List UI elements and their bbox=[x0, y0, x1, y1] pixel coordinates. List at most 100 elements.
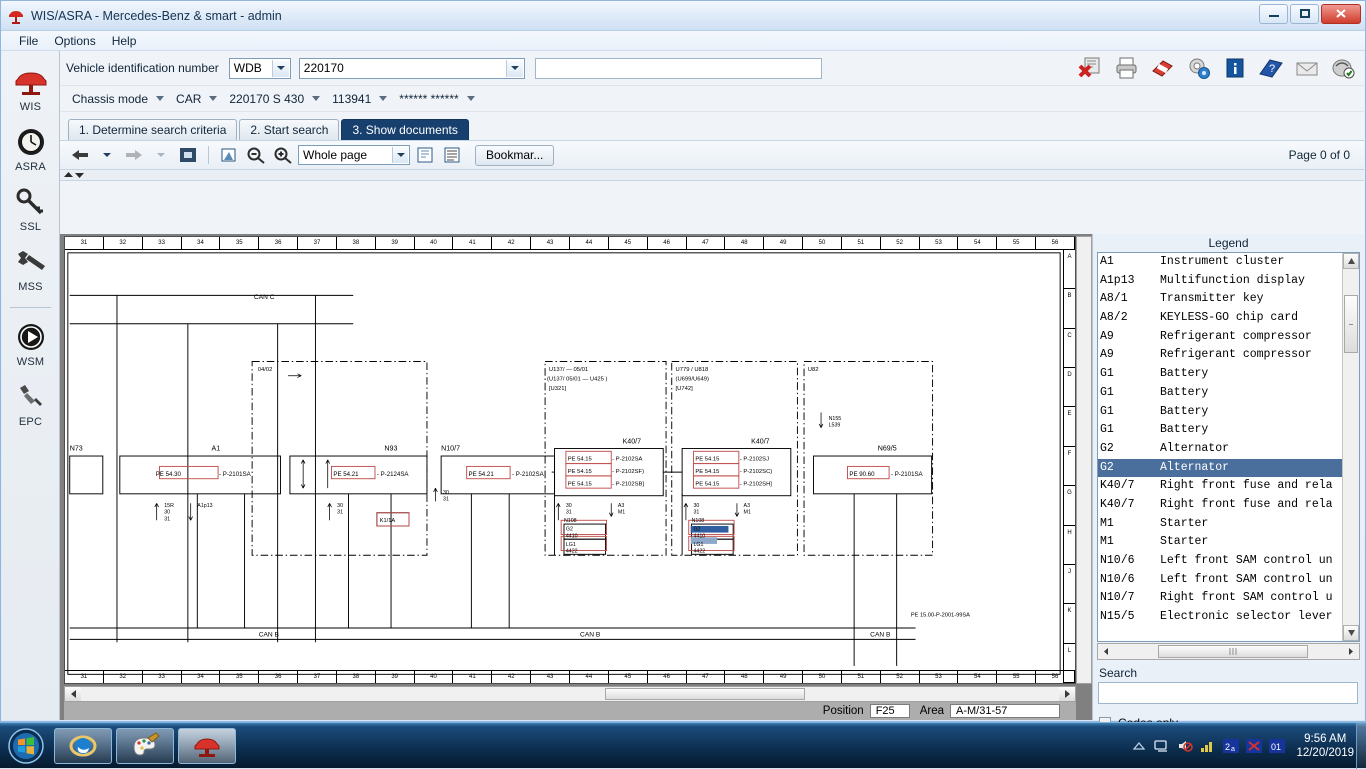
chevron-down-icon[interactable] bbox=[271, 59, 289, 77]
continuous-page-icon[interactable] bbox=[440, 144, 464, 166]
chassis-engine-value[interactable]: 113941 bbox=[330, 92, 373, 106]
scroll-right-icon[interactable] bbox=[1059, 687, 1075, 701]
legend-row[interactable]: A9 Refrigerant compressor bbox=[1098, 328, 1342, 347]
search-input[interactable] bbox=[1098, 682, 1358, 704]
chevron-down-icon[interactable] bbox=[312, 96, 321, 101]
show-hidden-icons-icon[interactable] bbox=[1131, 738, 1147, 754]
chevron-down-icon[interactable] bbox=[466, 96, 475, 101]
legend-row[interactable]: K40/7 Right front fuse and rela bbox=[1098, 496, 1342, 515]
delete-vehicle-icon[interactable] bbox=[1076, 53, 1106, 83]
legend-row[interactable]: G2 Alternator bbox=[1098, 440, 1342, 459]
viewer-horizontal-scrollbar[interactable] bbox=[64, 686, 1076, 702]
chevron-down-icon[interactable] bbox=[392, 147, 408, 163]
legend-scroll-up-icon[interactable] bbox=[1343, 253, 1359, 269]
sidebar-item-wis[interactable]: WIS bbox=[2, 65, 59, 113]
taskbar-wis-asra-icon[interactable] bbox=[178, 727, 236, 764]
legend-row[interactable]: N10/6 Left front SAM control un bbox=[1098, 552, 1342, 571]
forward-arrow-icon[interactable] bbox=[122, 144, 146, 166]
legend-row[interactable]: N15/5 Electronic selector lever bbox=[1098, 608, 1342, 627]
legend-row[interactable]: G1 Battery bbox=[1098, 403, 1342, 422]
sidebar-item-wsm[interactable]: WSM bbox=[2, 320, 59, 368]
legend-row[interactable]: M1 Starter bbox=[1098, 515, 1342, 534]
chassis-model-value[interactable]: 220170 S 430 bbox=[227, 92, 306, 106]
legend-scrollbar-thumb[interactable] bbox=[1344, 295, 1358, 353]
app-icon-2[interactable] bbox=[1246, 738, 1263, 754]
print-icon[interactable] bbox=[1112, 53, 1142, 83]
tab-start-search[interactable]: 2. Start search bbox=[239, 119, 340, 140]
viewer-vertical-scrollbar[interactable] bbox=[1076, 236, 1092, 684]
gear-icon[interactable] bbox=[1184, 53, 1214, 83]
legend-row[interactable]: N10/7 Right front SAM control u bbox=[1098, 589, 1342, 608]
forward-dropdown-icon[interactable] bbox=[149, 144, 173, 166]
legend-scroll-right-icon[interactable] bbox=[1343, 644, 1359, 659]
volume-muted-icon[interactable] bbox=[1177, 738, 1194, 754]
legend-row[interactable]: M1 Starter bbox=[1098, 533, 1342, 552]
back-dropdown-icon[interactable] bbox=[95, 144, 119, 166]
sidebar-item-asra[interactable]: ASRA bbox=[2, 125, 59, 173]
info-icon[interactable] bbox=[1220, 53, 1250, 83]
help-book-icon[interactable]: ? bbox=[1256, 53, 1286, 83]
legend-scroll-left-icon[interactable] bbox=[1098, 644, 1114, 659]
scroll-left-icon[interactable] bbox=[65, 687, 81, 701]
vin-model-combo[interactable]: 220170 bbox=[298, 57, 525, 79]
app-icon-3[interactable]: 01 bbox=[1269, 738, 1286, 754]
legend-row[interactable]: A9 Refrigerant compressor bbox=[1098, 346, 1342, 365]
fit-page-icon[interactable] bbox=[176, 144, 200, 166]
maximize-button[interactable] bbox=[1290, 4, 1319, 24]
sidebar-item-ssl[interactable]: SSL bbox=[2, 185, 59, 233]
legend-scroll-down-icon[interactable] bbox=[1343, 625, 1359, 641]
legend-row[interactable]: G1 Battery bbox=[1098, 365, 1342, 384]
splitter-arrows[interactable] bbox=[64, 171, 84, 179]
scrollbar-thumb[interactable] bbox=[605, 688, 805, 700]
legend-row[interactable]: N10/6 Left front SAM control un bbox=[1098, 571, 1342, 590]
zoom-out-icon[interactable] bbox=[244, 144, 268, 166]
chevron-down-icon[interactable] bbox=[379, 96, 388, 101]
legend-row[interactable]: G1 Battery bbox=[1098, 384, 1342, 403]
menu-options[interactable]: Options bbox=[46, 33, 103, 49]
chevron-down-icon[interactable] bbox=[156, 96, 165, 101]
legend-row[interactable]: K40/7 Right front fuse and rela bbox=[1098, 477, 1342, 496]
action-center-icon[interactable] bbox=[1200, 738, 1216, 754]
bookmark-button[interactable]: Bookmar... bbox=[475, 144, 555, 166]
legend-row[interactable]: A8/1 Transmitter key bbox=[1098, 290, 1342, 309]
clock[interactable]: 9:56 AM 12/20/2019 bbox=[1296, 732, 1354, 760]
taskbar-internet-explorer-icon[interactable] bbox=[54, 727, 112, 764]
zoom-in-icon[interactable] bbox=[271, 144, 295, 166]
close-button[interactable] bbox=[1321, 4, 1361, 24]
legend-row[interactable]: A1 Instrument cluster bbox=[1098, 253, 1342, 272]
back-arrow-icon[interactable] bbox=[68, 144, 92, 166]
legend-row[interactable]: G1 Battery bbox=[1098, 421, 1342, 440]
menu-help[interactable]: Help bbox=[104, 33, 145, 49]
app-icon-1[interactable]: 2a bbox=[1223, 738, 1240, 754]
sidebar-item-epc[interactable]: EPC bbox=[2, 380, 59, 428]
start-orb-icon[interactable] bbox=[2, 726, 50, 766]
mail-icon[interactable] bbox=[1292, 53, 1322, 83]
legend-horizontal-scrollbar[interactable] bbox=[1097, 643, 1360, 660]
chassis-masked-value[interactable]: ****** ****** bbox=[397, 92, 460, 106]
legend-row[interactable]: A8/2 KEYLESS-GO chip card bbox=[1098, 309, 1342, 328]
chevron-down-icon[interactable] bbox=[209, 96, 218, 101]
network-icon[interactable] bbox=[1154, 738, 1170, 754]
legend-vertical-scrollbar[interactable] bbox=[1342, 253, 1359, 641]
chassis-type-value[interactable]: CAR bbox=[174, 92, 203, 106]
update-icon[interactable] bbox=[1328, 53, 1358, 83]
legend-row[interactable]: A1p13 Multifunction display bbox=[1098, 272, 1342, 291]
chevron-down-icon[interactable] bbox=[505, 59, 523, 77]
tab-determine-search-criteria[interactable]: 1. Determine search criteria bbox=[68, 119, 238, 140]
sidebar-item-mss[interactable]: MSS bbox=[2, 245, 59, 293]
legend-row[interactable]: G2 Alternator bbox=[1098, 458, 1342, 478]
minimize-button[interactable] bbox=[1259, 4, 1288, 24]
document-canvas[interactable]: 31 32 33 34 35 36 37 38 39 40 41 42 43 44 45 46 47 48 49 50… bbox=[64, 236, 1076, 684]
show-desktop-button[interactable] bbox=[1356, 723, 1366, 769]
menu-file[interactable]: File bbox=[11, 33, 46, 49]
eraser-icon[interactable] bbox=[1148, 53, 1178, 83]
splitter-row[interactable] bbox=[60, 170, 1364, 181]
taskbar-paint-icon[interactable] bbox=[116, 727, 174, 764]
zoom-level-select[interactable]: Whole page bbox=[298, 145, 410, 165]
vin-extra-input[interactable] bbox=[534, 57, 822, 79]
legend-hscroll-thumb[interactable] bbox=[1158, 645, 1308, 658]
single-page-icon[interactable] bbox=[413, 144, 437, 166]
chassis-mode-value[interactable]: Chassis mode bbox=[70, 92, 150, 106]
select-tool-icon[interactable] bbox=[217, 144, 241, 166]
legend-list[interactable]: A1 Instrument cluster A1p13 Multifunction d… bbox=[1098, 253, 1342, 641]
